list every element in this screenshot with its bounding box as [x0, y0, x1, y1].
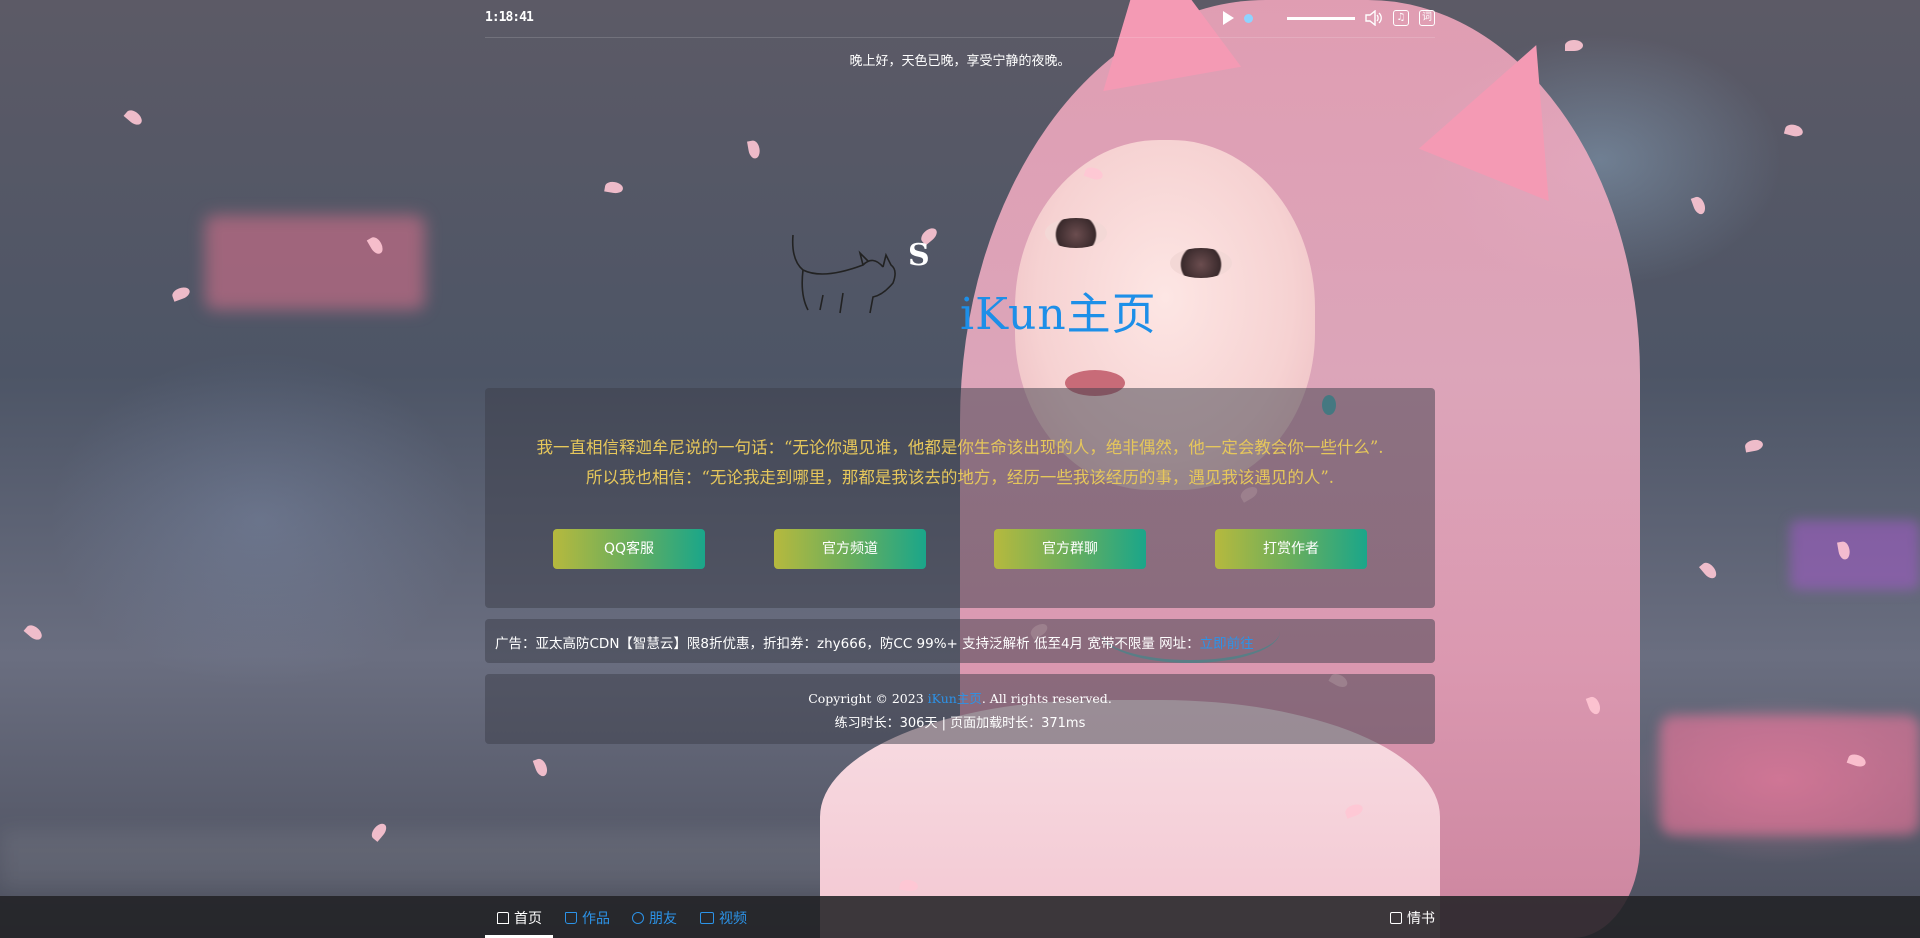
cat-logo-icon: S — [791, 234, 930, 314]
nav-item-love-letter[interactable]: 情书 — [1390, 908, 1435, 928]
site-name-link[interactable]: iKun主页 — [928, 691, 982, 706]
video-icon — [700, 912, 714, 924]
nav-item-works[interactable]: 作品 — [565, 908, 610, 928]
quote-line-2: 所以我也相信：“无论我走到哪里，那都是我该去的地方，经历一些我该经历的事，遇见我… — [585, 468, 1335, 487]
quote-text: 我一直相信释迦牟尼说的一句话：“无论你遇见谁，他都是你生命该出现的人，绝非偶然，… — [485, 433, 1435, 493]
petal — [1699, 560, 1719, 581]
progress-dot-icon[interactable] — [1244, 13, 1253, 23]
quote-card: 我一直相信释迦牟尼说的一句话：“无论你遇见谁，他都是你生命该出现的人，绝非偶然，… — [485, 388, 1435, 608]
petal — [170, 285, 192, 302]
quote-line-1: 我一直相信释迦牟尼说的一句话：“无论你遇见谁，他都是你生命该出现的人，绝非偶然，… — [536, 438, 1384, 457]
greeting-text: 晚上好，天色已晚，享受宁静的夜晚。 — [849, 54, 1071, 69]
petal — [1690, 195, 1708, 216]
thumb-icon — [1390, 912, 1402, 924]
petal — [532, 757, 550, 778]
home-icon — [497, 912, 509, 924]
svg-text:S: S — [908, 238, 930, 273]
lyrics-icon[interactable]: 词 — [1419, 10, 1435, 26]
volume-slider[interactable] — [1287, 16, 1355, 20]
petal — [1744, 438, 1764, 453]
qq-service-button[interactable]: QQ客服 — [553, 529, 705, 569]
nav-item-home[interactable]: 首页 — [497, 908, 542, 928]
official-channel-button[interactable]: 官方频道 — [774, 529, 926, 569]
link-icon — [632, 912, 644, 924]
nav-item-video[interactable]: 视频 — [700, 908, 747, 928]
petal — [123, 107, 145, 128]
petal — [747, 139, 761, 160]
music-player: ♫ 词 — [1223, 8, 1435, 28]
clock: 1:18:41 — [485, 10, 534, 25]
footer-card: Copyright © 2023 iKun主页. All rights rese… — [485, 674, 1435, 744]
petal — [23, 622, 45, 643]
playlist-icon[interactable]: ♫ — [1393, 10, 1409, 26]
play-icon[interactable] — [1223, 11, 1234, 25]
petal — [1783, 122, 1805, 139]
ad-link[interactable]: 立即前往 — [1200, 636, 1254, 652]
bag-icon — [565, 912, 577, 924]
ad-text: 广告：亚太高防CDN【智慧云】限8折优惠，折扣券：zhy666，防CC 99%+… — [495, 636, 1254, 652]
copyright: Copyright © 2023 iKun主页. All rights rese… — [808, 691, 1112, 706]
volume-icon[interactable] — [1365, 10, 1383, 26]
bottom-nav: 首页 作品 朋友 视频 情书 — [0, 896, 1920, 938]
official-group-button[interactable]: 官方群聊 — [994, 529, 1146, 569]
ad-card: 广告：亚太高防CDN【智慧云】限8折优惠，折扣券：zhy666，防CC 99%+… — [485, 619, 1435, 663]
top-bar: 1:18:41 ♫ 词 — [485, 0, 1435, 38]
site-stats: 练习时长：306天 | 页面加载时长：371ms — [834, 716, 1086, 731]
site-title: iKun主页 — [960, 289, 1157, 340]
nav-item-friends[interactable]: 朋友 — [632, 908, 677, 928]
tip-author-button[interactable]: 打赏作者 — [1215, 529, 1367, 569]
petal — [604, 180, 624, 195]
